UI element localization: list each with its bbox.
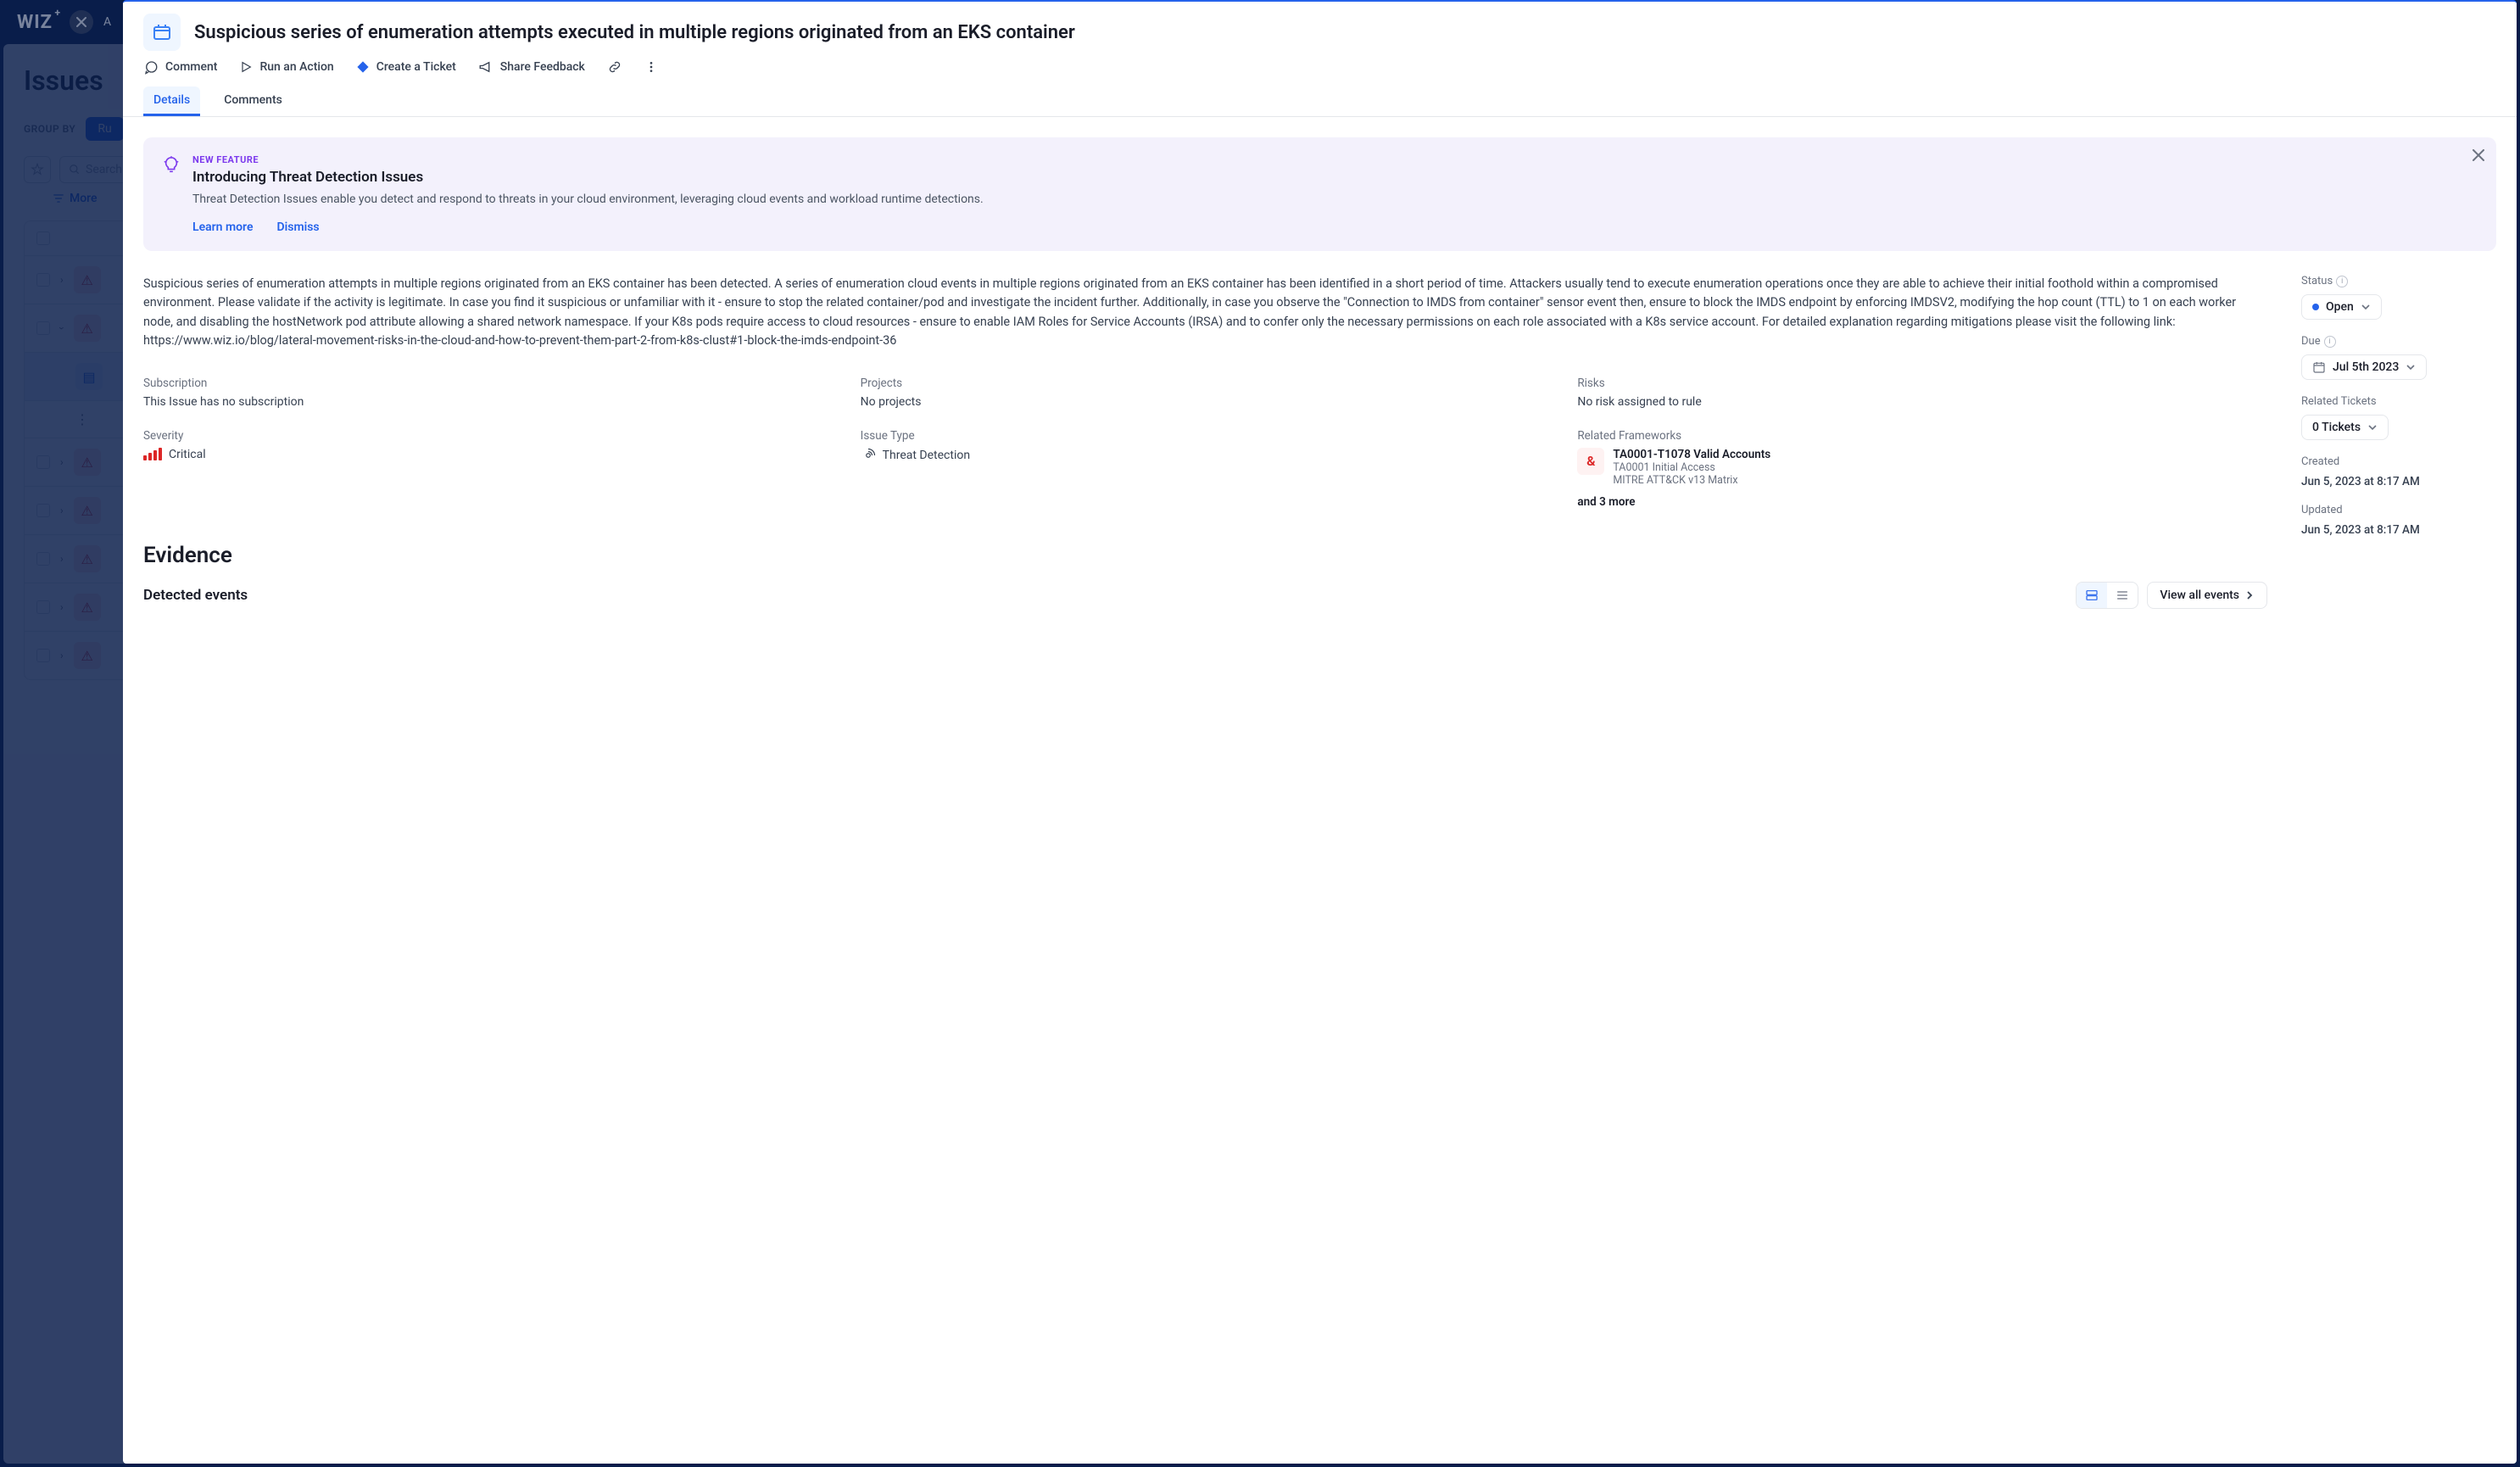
projects-label: Projects [861,377,1551,390]
radar-icon [861,448,876,463]
panel-header: Suspicious series of enumeration attempt… [123,2,2517,51]
issue-type-value: Threat Detection [883,449,970,462]
content-sidebar: Status i Open Due i [2301,275,2496,609]
calendar-icon [2312,360,2326,374]
tickets-dropdown[interactable]: 0 Tickets [2301,415,2389,440]
create-ticket-button[interactable]: Create a Ticket [356,60,456,74]
more-menu-button[interactable] [644,60,658,74]
play-icon [239,60,253,74]
updated-section: Updated Jun 5, 2023 at 8:17 AM [2301,504,2496,537]
panel-actions: Comment Run an Action Create a Ticket Sh… [123,51,2517,75]
comment-button[interactable]: Comment [143,59,217,75]
due-date-picker[interactable]: Jul 5th 2023 [2301,354,2427,380]
banner-title: Introducing Threat Detection Issues [192,169,2478,186]
copy-link-button[interactable] [607,59,622,75]
meta-grid: Subscription This Issue has no subscript… [143,377,2267,509]
card-view-icon [2085,588,2099,602]
status-section: Status i Open [2301,275,2496,320]
created-label: Created [2301,455,2496,468]
created-value: Jun 5, 2023 at 8:17 AM [2301,475,2496,488]
view-all-events-button[interactable]: View all events [2147,582,2267,609]
due-section: Due i Jul 5th 2023 [2301,335,2496,380]
tickets-section: Related Tickets 0 Tickets [2301,395,2496,440]
due-label: Due i [2301,335,2496,348]
feature-banner: NEW FEATURE Introducing Threat Detection… [143,137,2496,251]
mitre-icon: & [1577,448,1604,475]
meta-issue-type: Issue Type Threat Detection [861,429,1551,509]
risks-label: Risks [1577,377,2267,390]
tab-comments[interactable]: Comments [214,86,293,116]
run-action-button[interactable]: Run an Action [239,60,333,74]
content-main: Suspicious series of enumeration attempt… [143,275,2267,609]
info-icon[interactable]: i [2324,336,2336,348]
list-view-toggle[interactable] [2107,583,2138,608]
dismiss-link[interactable]: Dismiss [276,220,319,234]
chevron-right-icon [2244,590,2255,600]
x-icon [2473,149,2484,161]
frameworks-more[interactable]: and 3 more [1577,495,2267,509]
detected-row: Detected events View all events [143,582,2267,609]
panel-tabs: Details Comments [123,75,2517,117]
meta-projects: Projects No projects [861,377,1551,409]
list-view-icon [2116,588,2129,602]
severity-bars-icon [143,448,162,460]
ticket-icon [356,60,370,74]
frameworks-label: Related Frameworks [1577,429,2267,443]
tab-details[interactable]: Details [143,86,200,116]
comment-icon [143,59,159,75]
meta-subscription: Subscription This Issue has no subscript… [143,377,833,409]
container-icon [152,22,172,42]
share-feedback-button[interactable]: Share Feedback [478,59,585,75]
banner-content: NEW FEATURE Introducing Threat Detection… [192,154,2478,234]
meta-risks: Risks No risk assigned to rule [1577,377,2267,409]
updated-label: Updated [2301,504,2496,516]
detected-events-heading: Detected events [143,587,248,604]
content-row: Suspicious series of enumeration attempt… [143,275,2496,609]
status-dot-icon [2312,304,2319,310]
issue-type-icon [143,14,181,51]
status-dropdown[interactable]: Open [2301,294,2382,320]
more-vertical-icon [644,60,658,74]
chevron-down-icon [2367,422,2378,432]
severity-label: Severity [143,429,833,443]
banner-badge: NEW FEATURE [192,154,2478,165]
banner-text: Threat Detection Issues enable you detec… [192,191,2478,209]
updated-value: Jun 5, 2023 at 8:17 AM [2301,523,2496,537]
framework-sub2: MITRE ATT&CK v13 Matrix [1613,474,1770,487]
projects-value: No projects [861,395,1551,409]
chevron-down-icon [2361,302,2371,312]
link-icon [607,59,622,75]
view-toggle [2076,582,2138,609]
issue-type-row: Threat Detection [861,448,1551,463]
lightbulb-icon [162,156,181,234]
meta-frameworks: Related Frameworks & TA0001-T1078 Valid … [1577,429,2267,509]
info-icon[interactable]: i [2336,276,2348,287]
risks-value: No risk assigned to rule [1577,395,2267,409]
chevron-down-icon [2406,362,2416,372]
severity-row: Critical [143,448,833,461]
issue-detail-panel: Suspicious series of enumeration attempt… [123,0,2517,1464]
created-section: Created Jun 5, 2023 at 8:17 AM [2301,455,2496,488]
issue-description: Suspicious series of enumeration attempt… [143,275,2267,351]
framework-item[interactable]: & TA0001-T1078 Valid Accounts TA0001 Ini… [1577,448,2267,487]
subscription-label: Subscription [143,377,833,390]
severity-value: Critical [169,448,206,461]
learn-more-link[interactable]: Learn more [192,220,253,234]
banner-actions: Learn more Dismiss [192,220,2478,234]
meta-severity: Severity Critical [143,429,833,509]
megaphone-icon [478,59,493,75]
tickets-label: Related Tickets [2301,395,2496,408]
evidence-heading: Evidence [143,543,2267,568]
issue-type-label: Issue Type [861,429,1551,443]
status-label: Status i [2301,275,2496,287]
card-view-toggle[interactable] [2077,583,2107,608]
view-controls: View all events [2076,582,2267,609]
panel-body: NEW FEATURE Introducing Threat Detection… [123,117,2517,1464]
framework-sub1: TA0001 Initial Access [1613,461,1770,474]
issue-title: Suspicious series of enumeration attempt… [194,22,1075,43]
framework-title: TA0001-T1078 Valid Accounts [1613,448,1770,461]
banner-close-button[interactable] [2473,149,2484,161]
subscription-value: This Issue has no subscription [143,395,833,409]
